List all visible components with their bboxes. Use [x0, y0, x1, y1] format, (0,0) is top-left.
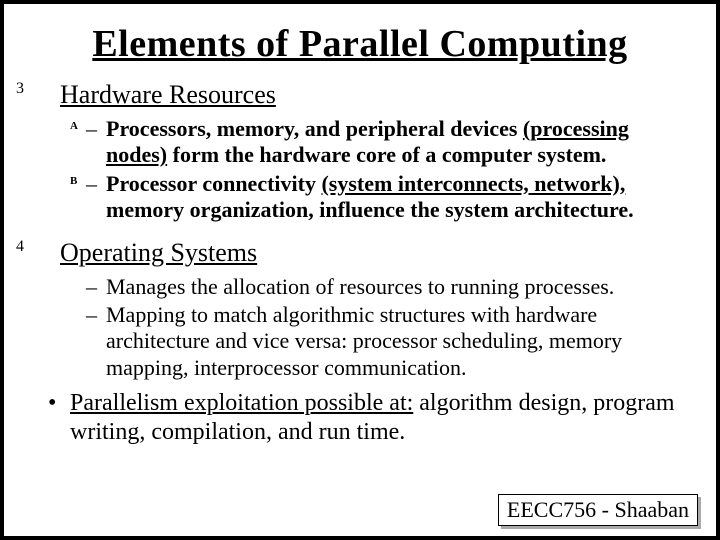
sub-list: A – Processors, memory, and peripheral d…: [106, 116, 686, 224]
bullet-parallelism: • Parallelism exploitation possible at: …: [70, 389, 686, 447]
item-text: Mapping to match algorithmic structures …: [106, 302, 622, 380]
item-tag: B: [70, 175, 77, 188]
section-header: 4 Operating Systems: [34, 238, 686, 274]
section-title: Hardware Resources: [60, 80, 276, 110]
bullet-text: Parallelism exploitation possible at: al…: [70, 390, 675, 445]
dash-icon: –: [86, 302, 97, 328]
sub-item: – Mapping to match algorithmic structure…: [106, 302, 686, 381]
section-title: Operating Systems: [60, 238, 257, 268]
slide-title: Elements of Parallel Computing: [34, 22, 686, 66]
footer-label: EECC756 - Shaaban: [498, 494, 698, 526]
bullet-icon: •: [48, 389, 56, 418]
dash-icon: –: [86, 171, 97, 197]
section-hardware: 3 Hardware Resources A – Processors, mem…: [34, 80, 686, 224]
sub-item-b: B – Processor connectivity (system inter…: [106, 171, 686, 224]
sub-list: – Manages the allocation of resources to…: [106, 274, 686, 382]
section-number: 4: [16, 238, 24, 256]
section-number: 3: [16, 80, 24, 98]
section-os: 4 Operating Systems – Manages the alloca…: [34, 238, 686, 382]
section-header: 3 Hardware Resources: [34, 80, 686, 116]
item-text: Manages the allocation of resources to r…: [106, 274, 614, 299]
dash-icon: –: [86, 274, 97, 300]
dash-icon: –: [86, 116, 97, 142]
slide: Elements of Parallel Computing 3 Hardwar…: [0, 0, 720, 540]
footer: EECC756 - Shaaban: [498, 494, 698, 526]
sub-item: – Manages the allocation of resources to…: [106, 274, 686, 300]
item-text: Processor connectivity (system interconn…: [106, 171, 634, 222]
item-tag: A: [70, 120, 78, 133]
sub-item-a: A – Processors, memory, and peripheral d…: [106, 116, 686, 169]
item-text: Processors, memory, and peripheral devic…: [106, 116, 629, 167]
